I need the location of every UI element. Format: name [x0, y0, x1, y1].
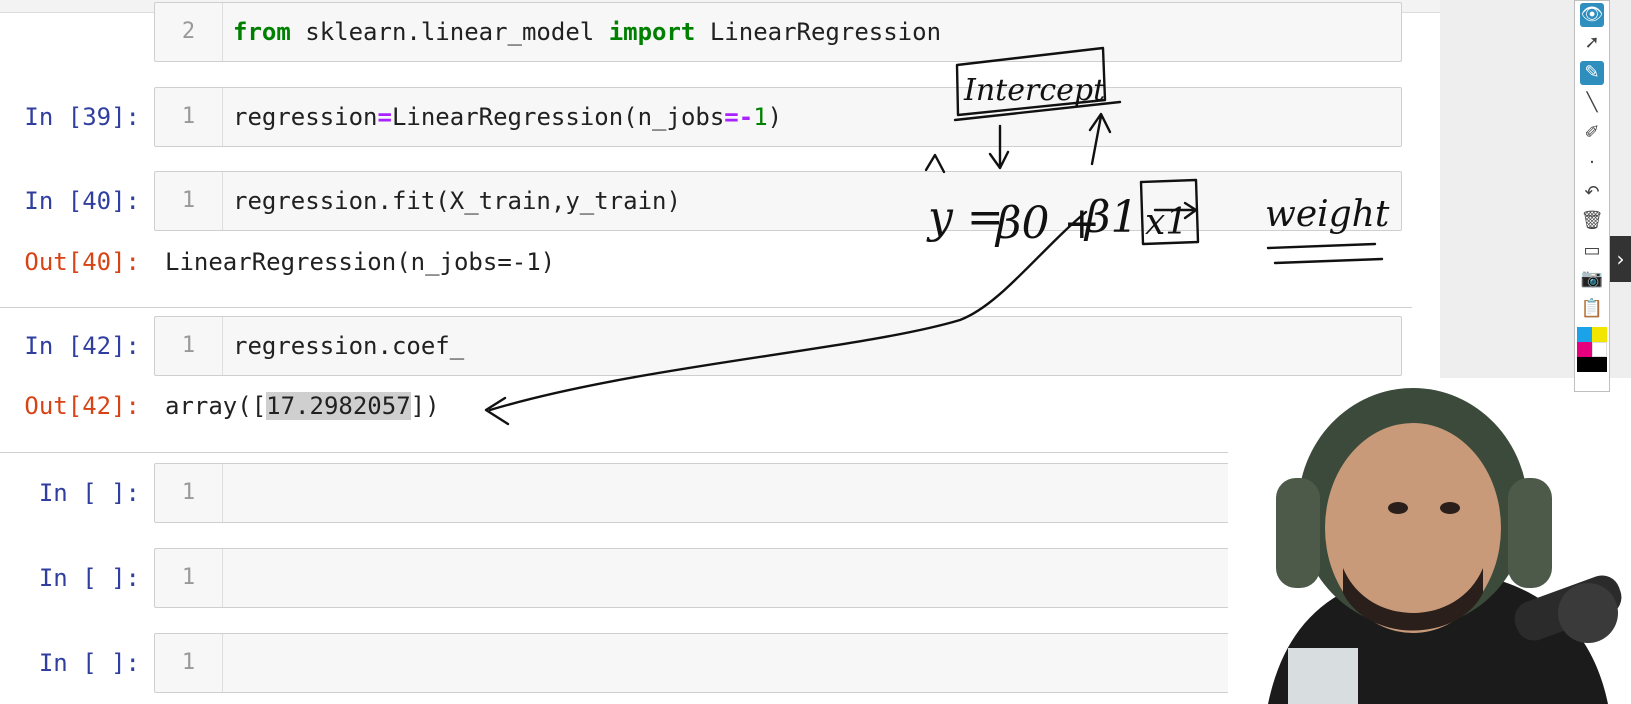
trash-icon[interactable]: 🗑 — [1580, 209, 1604, 233]
handwritten-annotation: Intercept y = β0 + β1 x1 weight — [484, 46, 1390, 426]
equation-lhs: y = — [926, 192, 1004, 243]
intercept-label: Intercept — [963, 73, 1106, 108]
color-swatch-cyan[interactable] — [1577, 327, 1592, 342]
arrow-head-at-coef — [484, 396, 510, 426]
weight-double-underline — [1266, 242, 1384, 265]
x1-term: x1 — [1145, 202, 1188, 243]
clipboard-icon[interactable]: 📋 — [1580, 297, 1604, 321]
presenter-video — [1228, 378, 1631, 704]
eye-icon[interactable]: 👁 — [1580, 3, 1604, 27]
arrow-down-to-beta0 — [988, 124, 1010, 170]
dot-icon[interactable]: · — [1580, 151, 1604, 175]
camera-icon[interactable]: 📷 — [1580, 267, 1604, 291]
yhat-caret — [924, 153, 946, 174]
pointer-icon[interactable]: ➚ — [1580, 31, 1604, 55]
arrow-up-to-intercept — [1088, 112, 1112, 166]
weight-label: weight — [1265, 194, 1390, 235]
color-swatch-white[interactable] — [1592, 342, 1607, 357]
line-icon[interactable]: ╲ — [1580, 91, 1604, 115]
color-swatch-black[interactable] — [1577, 357, 1607, 372]
beta1-term: β1 — [1083, 192, 1138, 243]
panel-collapse-button[interactable]: › — [1610, 236, 1631, 282]
webcam-overlay — [1228, 378, 1631, 704]
annotation-toolbar: 👁 ➚ ✎ ╲ ✐ · ↶ 🗑 ▭ 📷 📋 — [1574, 0, 1610, 392]
color-swatch-magenta[interactable] — [1577, 342, 1592, 357]
eraser-icon[interactable]: ✐ — [1580, 121, 1604, 145]
undo-icon[interactable]: ↶ — [1580, 181, 1604, 205]
color-swatch-yellow[interactable] — [1592, 327, 1607, 342]
pen-icon[interactable]: ✎ — [1580, 61, 1604, 85]
board-icon[interactable]: ▭ — [1580, 239, 1604, 263]
